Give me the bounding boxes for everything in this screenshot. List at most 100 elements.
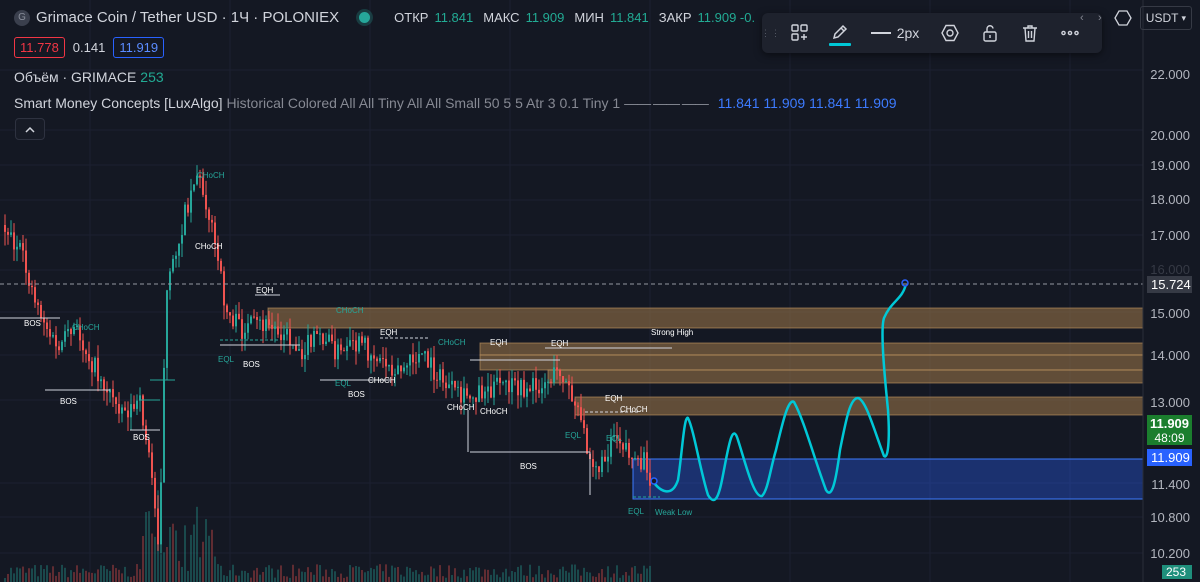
candle-body bbox=[367, 337, 369, 361]
candle-body bbox=[562, 376, 564, 383]
volume-bar bbox=[340, 573, 342, 582]
chart-settings-button[interactable] bbox=[1112, 7, 1134, 29]
volume-bar bbox=[169, 527, 171, 582]
candle-body bbox=[493, 381, 495, 398]
price-chart[interactable]: BOS BOS BOS BOS BOS BOS EQH EQH EQH EQH EQH EQL EQL E… bbox=[0, 0, 1200, 582]
price-axis-label: 18.000 bbox=[1150, 192, 1190, 207]
candle-body bbox=[391, 364, 393, 376]
candle bbox=[337, 338, 339, 370]
volume-bar bbox=[592, 576, 594, 582]
volume-bar bbox=[565, 570, 567, 582]
line-width-icon bbox=[870, 32, 891, 34]
candle bbox=[454, 380, 456, 391]
drawing-toolbar[interactable]: ⋮⋮ 2px bbox=[761, 13, 1102, 53]
candle bbox=[283, 325, 285, 353]
scroll-right-button[interactable]: › bbox=[1094, 8, 1106, 28]
supply-zone[interactable] bbox=[267, 307, 1144, 329]
buy-button[interactable]: 11.919 bbox=[113, 37, 165, 58]
structure-label: CHoCH bbox=[480, 407, 508, 416]
volume-bar bbox=[151, 533, 153, 582]
supply-zone[interactable] bbox=[479, 342, 1144, 356]
candle-body bbox=[508, 380, 510, 393]
trade-prices[interactable]: 11.778 0.141 11.919 bbox=[14, 37, 165, 58]
line-color-button[interactable] bbox=[820, 13, 860, 53]
currency-select[interactable]: USDT ▾ bbox=[1139, 6, 1192, 30]
drag-handle-icon[interactable]: ⋮⋮ bbox=[761, 13, 780, 53]
currency-label: USDT bbox=[1145, 11, 1179, 25]
sell-button[interactable]: 11.778 bbox=[14, 37, 65, 58]
candle-body bbox=[211, 219, 213, 223]
volume-bar bbox=[406, 566, 408, 582]
volume-bar bbox=[7, 573, 9, 582]
volume-bar bbox=[349, 565, 351, 582]
structure-label: EQL bbox=[628, 507, 645, 516]
candle bbox=[451, 371, 453, 399]
volume-bar bbox=[145, 512, 147, 582]
volume-legend[interactable]: Объём · GRIMACE 253 bbox=[14, 69, 164, 85]
smc-value: 11.841 bbox=[717, 95, 760, 111]
volume-bar bbox=[193, 524, 195, 582]
volume-bar bbox=[625, 572, 627, 582]
demand-zone[interactable] bbox=[632, 458, 1144, 500]
symbol-legend[interactable]: G Grimace Coin / Tether USD · 1Ч · POLON… bbox=[14, 9, 755, 26]
candle-body bbox=[475, 397, 477, 402]
supply-zone[interactable] bbox=[479, 354, 1144, 371]
volume-bar bbox=[550, 573, 552, 582]
collapse-legend-button[interactable] bbox=[15, 118, 45, 140]
candle bbox=[406, 362, 408, 375]
template-button[interactable] bbox=[780, 13, 820, 53]
volume-bar bbox=[265, 567, 267, 582]
volume-bar bbox=[223, 575, 225, 582]
volume-bar bbox=[334, 571, 336, 582]
structure-label: CHoCH bbox=[368, 376, 396, 385]
candle bbox=[505, 379, 507, 396]
candle-body bbox=[121, 407, 123, 414]
chevron-right-icon: › bbox=[1097, 12, 1102, 24]
candle-body bbox=[40, 304, 42, 319]
candle-body bbox=[409, 354, 411, 366]
candle-body bbox=[247, 323, 249, 333]
candle bbox=[361, 331, 363, 346]
delete-button[interactable] bbox=[1010, 13, 1050, 53]
volume-bar bbox=[376, 565, 378, 582]
candle-body bbox=[130, 404, 132, 418]
smc-indicator-name[interactable]: Smart Money Concepts [LuxAlgo] bbox=[14, 95, 223, 111]
line-width-button[interactable]: 2px bbox=[860, 13, 930, 53]
candle-body bbox=[331, 334, 333, 342]
volume-bar bbox=[304, 572, 306, 582]
top-right-controls[interactable]: ‹ › USDT ▾ bbox=[1076, 6, 1192, 30]
candle-body bbox=[361, 336, 363, 343]
scroll-left-button[interactable]: ‹ bbox=[1076, 8, 1088, 28]
candle-body bbox=[4, 225, 6, 232]
candle bbox=[529, 384, 531, 393]
lock-button[interactable] bbox=[970, 13, 1010, 53]
candle-body bbox=[157, 508, 159, 545]
crosshair-price-tag: 15.724 bbox=[1147, 276, 1192, 293]
volume-bar bbox=[226, 576, 228, 582]
drawing-endpoint-end[interactable] bbox=[901, 279, 909, 287]
candle-body bbox=[421, 353, 423, 355]
candle-body bbox=[553, 367, 555, 383]
symbol-title[interactable]: Grimace Coin / Tether USD · 1Ч · POLONIE… bbox=[36, 9, 339, 26]
volume-bar bbox=[289, 577, 291, 582]
volume-bar bbox=[67, 577, 69, 582]
volume-bar bbox=[79, 572, 81, 582]
candle-body bbox=[238, 313, 240, 320]
candle-body bbox=[574, 401, 576, 406]
volume-bar bbox=[277, 569, 279, 582]
volume-bar bbox=[298, 568, 300, 582]
volume-bar bbox=[466, 576, 468, 582]
drawing-endpoint-start[interactable] bbox=[650, 477, 658, 485]
smc-legend[interactable]: Smart Money Concepts [LuxAlgo] Historica… bbox=[14, 95, 897, 111]
candle-body bbox=[268, 319, 270, 325]
volume-bar bbox=[103, 565, 105, 582]
structure-label: EQL bbox=[606, 434, 623, 443]
candle bbox=[208, 207, 210, 233]
volume-bar bbox=[280, 565, 282, 582]
supply-zone[interactable] bbox=[547, 369, 1144, 384]
candle bbox=[100, 376, 102, 389]
volume-bar bbox=[322, 576, 324, 582]
candle-body bbox=[397, 365, 399, 375]
candle-body bbox=[415, 362, 417, 364]
settings-button[interactable] bbox=[930, 13, 970, 53]
